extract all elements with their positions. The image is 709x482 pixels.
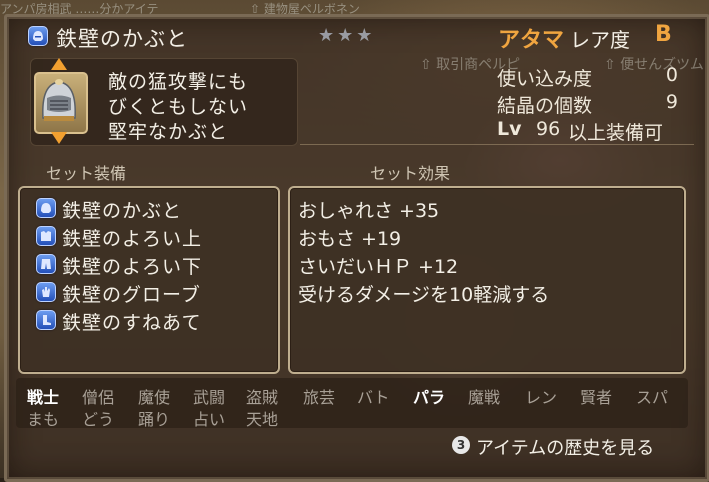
job-label: 僧侶 [82,388,115,407]
job-label: 魔戦 [468,388,501,407]
level-suffix: 以上装備可 [568,122,664,144]
rarity-value: B [655,22,672,47]
set-effect-4: 受けるダメージを10軽減する [298,284,550,306]
history-button-icon[interactable]: 3 [452,436,470,454]
job-label: 賢者 [580,388,613,407]
job-label: 戦士 [27,388,60,407]
rarity-label: レア度 [570,28,630,52]
set-item-glove[interactable]: 鉄壁のグローブ [62,280,201,307]
item-category: アタマ [498,28,565,53]
description-line-2: びくともしない [108,96,249,118]
job-label: 盗賊 [246,388,279,407]
helmet-category-icon [28,26,48,46]
set-item-boot[interactable]: 鉄壁のすねあて [62,308,202,335]
scroll-down-arrow[interactable] [51,132,67,144]
job-label: レン [525,388,558,407]
job-label: まも [27,410,60,429]
description-line-1: 敵の猛攻撃にも [108,71,249,93]
set-effect-2: おもさ +19 [298,228,402,250]
boot-icon [36,310,56,330]
usage-value: 0 [665,64,678,86]
knight-helmet-icon [42,79,76,121]
job-label: 武闘 [193,388,226,407]
job-label: パラ [413,388,446,407]
level-prefix: Lv [497,118,522,140]
set-effect-3: さいだいＨＰ +12 [298,256,459,278]
job-label: スパ [636,388,669,407]
leg-armor-icon [36,254,56,274]
set-item-helmet[interactable]: 鉄壁のかぶと [62,196,182,223]
item-image-frame [34,72,88,134]
helmet-icon [36,198,56,218]
scroll-up-arrow[interactable] [51,58,67,70]
job-label: 旅芸 [303,388,336,407]
job-label: 天地 [246,410,279,429]
item-name: 鉄壁のかぶと [56,27,188,51]
item-star-rating: ★★★ [318,25,376,46]
description-line-3: 堅牢なかぶと [108,121,229,143]
set-effects-heading: セット効果 [370,164,451,183]
job-label: バト [357,388,390,407]
job-label: 占い [193,410,226,429]
body-armor-icon [36,226,56,246]
level-value: 96 [536,118,561,140]
crystal-label: 結晶の個数 [497,95,593,117]
stats-divider [300,144,694,145]
job-label: 魔使 [138,388,171,407]
usage-label: 使い込み度 [497,68,593,90]
job-label: どう [82,410,115,429]
item-history-link[interactable]: アイテムの歴史を見る [476,434,654,460]
glove-icon [36,282,56,302]
set-item-leg-armor[interactable]: 鉄壁のよろい下 [62,252,202,279]
job-label: 踊り [138,410,171,429]
set-equipment-heading: セット装備 [46,164,127,183]
set-effect-1: おしゃれさ +35 [298,200,440,222]
crystal-value: 9 [665,91,678,113]
set-item-body-armor[interactable]: 鉄壁のよろい上 [62,224,202,251]
